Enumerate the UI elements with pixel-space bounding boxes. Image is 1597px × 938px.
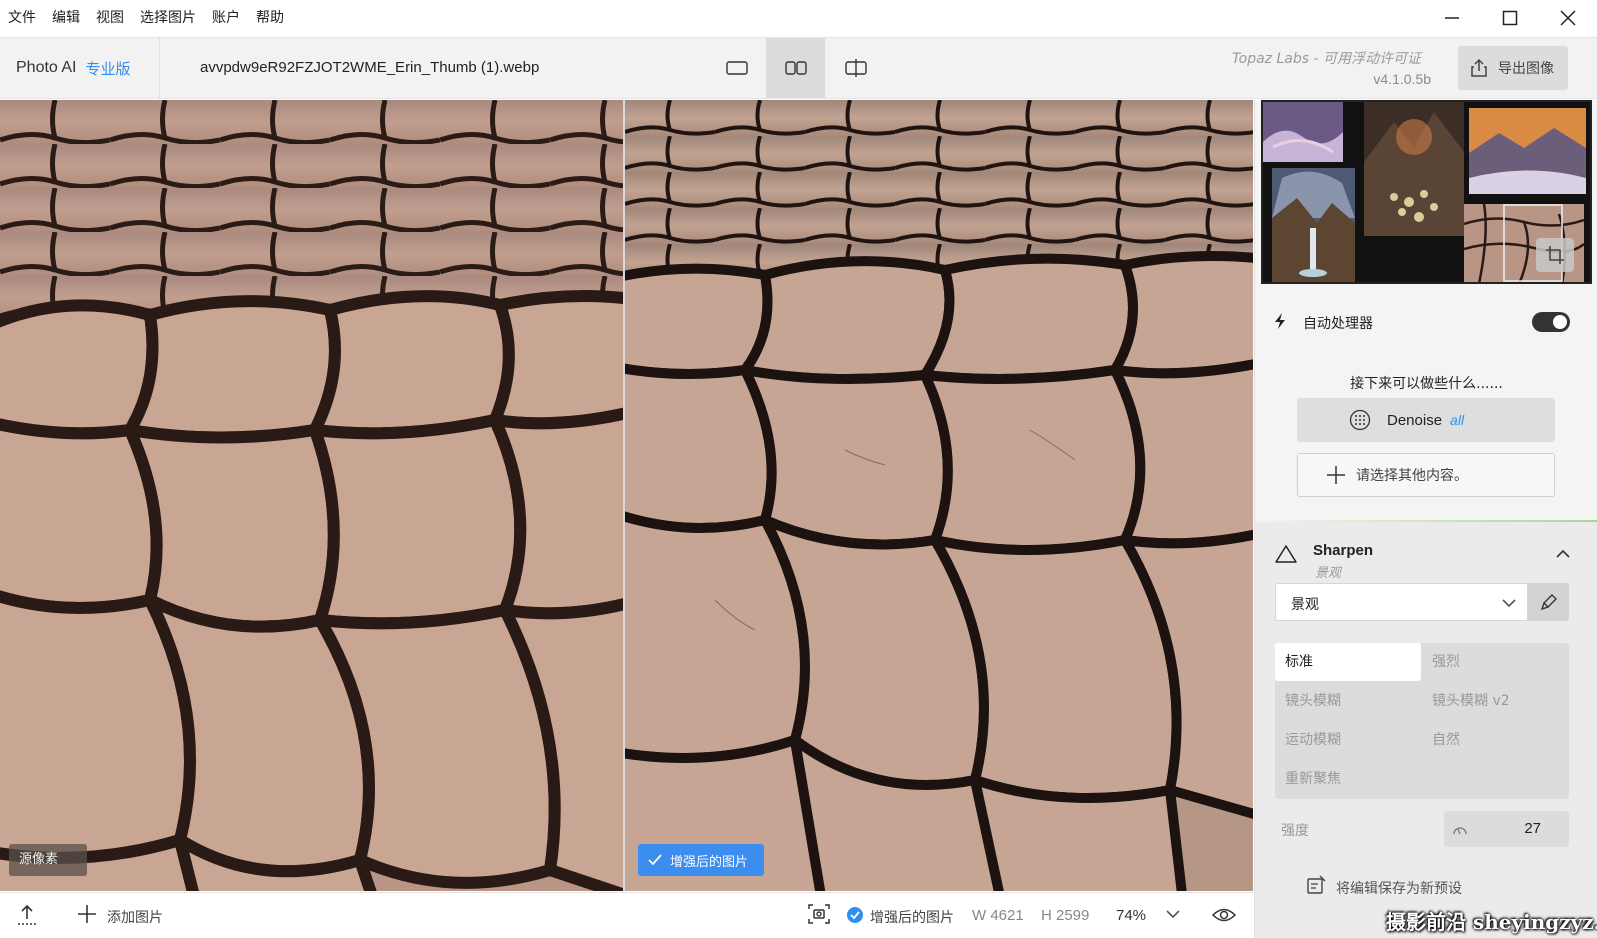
save-preset-label[interactable]: 将编辑保存为新预设 bbox=[1336, 878, 1462, 898]
enhanced-badge-label: 增强后的图片 bbox=[670, 854, 749, 870]
mode-lens-blur[interactable]: 镜头模糊 bbox=[1275, 682, 1421, 720]
denoise-icon bbox=[1349, 409, 1371, 431]
menu-help[interactable]: 帮助 bbox=[248, 2, 292, 34]
plus-icon bbox=[1327, 466, 1345, 484]
sharpen-model-value: 景观 bbox=[1291, 597, 1319, 613]
mode-strong[interactable]: 强烈 bbox=[1422, 643, 1568, 681]
export-label: 导出图像 bbox=[1498, 61, 1554, 77]
maximize-button[interactable] bbox=[1481, 0, 1539, 36]
check-icon bbox=[648, 854, 662, 866]
menu-select-image[interactable]: 选择图片 bbox=[132, 2, 204, 34]
maximize-icon bbox=[1502, 10, 1518, 26]
split-view-icon bbox=[844, 59, 867, 77]
menu-view[interactable]: 视图 bbox=[88, 2, 132, 34]
enhanced-image-label: 增强后的图片 bbox=[870, 910, 954, 926]
crop-icon bbox=[1546, 246, 1564, 264]
enhanced-check-icon[interactable] bbox=[846, 906, 864, 924]
chevron-down-icon[interactable] bbox=[1165, 908, 1181, 920]
app-name: Photo AI bbox=[16, 59, 77, 76]
edition-label: 专业版 bbox=[85, 59, 131, 78]
save-preset-icon[interactable] bbox=[1306, 875, 1326, 895]
window-controls bbox=[1423, 0, 1597, 36]
denoise-sublabel: all bbox=[1450, 412, 1465, 428]
enhanced-image-badge[interactable]: 增强后的图片 bbox=[638, 844, 764, 876]
source-pixels-badge: 源像素 bbox=[9, 844, 87, 876]
enhanced-image bbox=[625, 100, 1253, 891]
thumbnail-strip bbox=[1261, 100, 1592, 284]
next-steps-title: 接下来可以做些什么...... bbox=[1350, 376, 1503, 392]
single-view-button[interactable] bbox=[707, 38, 766, 98]
lightning-icon bbox=[1275, 313, 1285, 329]
choose-other-button[interactable]: 请选择其他内容。 bbox=[1297, 453, 1555, 497]
enhanced-image-pane[interactable] bbox=[625, 100, 1253, 891]
bottom-bar: 添加图片 增强后的图片 W 4621 H 2599 74% bbox=[0, 892, 1253, 938]
brush-icon bbox=[1540, 594, 1557, 611]
minimize-icon bbox=[1445, 17, 1459, 19]
menu-edit[interactable]: 编辑 bbox=[44, 2, 88, 34]
minimize-button[interactable] bbox=[1423, 0, 1481, 36]
sharpen-subtitle: 景观 bbox=[1315, 566, 1342, 581]
close-button[interactable] bbox=[1539, 0, 1597, 36]
screenshot-icon[interactable] bbox=[807, 903, 831, 925]
autopilot-toggle[interactable] bbox=[1532, 312, 1570, 332]
sharpen-title: Sharpen bbox=[1313, 542, 1374, 559]
choose-other-label: 请选择其他内容。 bbox=[1356, 468, 1468, 484]
source-image-pane[interactable] bbox=[0, 100, 623, 891]
source-image bbox=[0, 100, 623, 891]
single-view-icon bbox=[725, 61, 748, 75]
brand: Photo AI 专业版 bbox=[0, 38, 160, 98]
menu-file[interactable]: 文件 bbox=[0, 2, 44, 34]
side-by-side-icon bbox=[784, 61, 807, 75]
sharpen-mode-grid: 标准 强烈 镜头模糊 镜头模糊 v2 运动模糊 自然 重新聚焦 bbox=[1275, 643, 1569, 799]
crop-button[interactable] bbox=[1536, 238, 1574, 272]
sharpen-icon bbox=[1275, 545, 1297, 563]
mask-brush-button[interactable] bbox=[1528, 583, 1569, 621]
select-chevron-icon bbox=[1502, 599, 1516, 608]
version-text: v4.1.0.5b bbox=[1373, 71, 1431, 87]
thumbnail-3[interactable] bbox=[1469, 108, 1586, 194]
eye-icon[interactable] bbox=[1212, 906, 1236, 924]
mode-lens-blur-v2[interactable]: 镜头模糊 v2 bbox=[1422, 682, 1568, 720]
sharpen-model-select[interactable]: 景观 bbox=[1275, 583, 1528, 621]
image-width: W 4621 bbox=[972, 907, 1024, 924]
menubar: 文件 编辑 视图 选择图片 账户 帮助 bbox=[0, 0, 1597, 36]
autopilot-label: 自动处理器 bbox=[1303, 316, 1373, 332]
thumbnail-2[interactable] bbox=[1364, 102, 1464, 236]
right-panel: 自动处理器 接下来可以做些什么...... Denoise all 请选择其他内… bbox=[1254, 100, 1597, 938]
chevron-up-icon[interactable] bbox=[1555, 548, 1571, 560]
thumbnail-4[interactable] bbox=[1272, 168, 1355, 282]
export-button[interactable]: 导出图像 bbox=[1458, 46, 1568, 90]
mode-refocus[interactable]: 重新聚焦 bbox=[1275, 760, 1421, 798]
add-image-label[interactable]: 添加图片 bbox=[107, 907, 163, 927]
add-image-icon[interactable] bbox=[76, 903, 98, 925]
header-toolbar: Photo AI 专业版 avvpdw9eR92FZJOT2WME_Erin_T… bbox=[0, 37, 1597, 99]
filename: avvpdw9eR92FZJOT2WME_Erin_Thumb (1).webp bbox=[200, 59, 540, 76]
license-text: Topaz Labs - 可用浮动许可证 bbox=[1231, 51, 1421, 67]
share-icon bbox=[1471, 58, 1487, 77]
mode-natural[interactable]: 自然 bbox=[1422, 721, 1568, 759]
upload-icon[interactable] bbox=[16, 903, 38, 927]
strength-value: 27 bbox=[1524, 820, 1541, 837]
thumbnail-1[interactable] bbox=[1263, 102, 1343, 162]
strength-slider[interactable]: 27 bbox=[1444, 811, 1569, 847]
mode-motion-blur[interactable]: 运动模糊 bbox=[1275, 721, 1421, 759]
image-height: H 2599 bbox=[1041, 907, 1090, 924]
split-view-button[interactable] bbox=[826, 38, 885, 98]
denoise-label: Denoise bbox=[1387, 411, 1443, 429]
denoise-button[interactable]: Denoise all bbox=[1297, 398, 1555, 442]
close-icon bbox=[1560, 10, 1576, 26]
side-by-side-view-button[interactable] bbox=[766, 38, 825, 98]
zoom-level[interactable]: 74% bbox=[1116, 907, 1146, 924]
strength-label: 强度 bbox=[1281, 823, 1309, 839]
gauge-icon bbox=[1453, 827, 1467, 835]
menu-account[interactable]: 账户 bbox=[204, 2, 248, 34]
autopilot-row: 自动处理器 bbox=[1255, 300, 1597, 340]
mode-standard[interactable]: 标准 bbox=[1275, 643, 1421, 681]
watermark: 摄影前沿 sheyingzyz.com bbox=[1386, 910, 1597, 934]
